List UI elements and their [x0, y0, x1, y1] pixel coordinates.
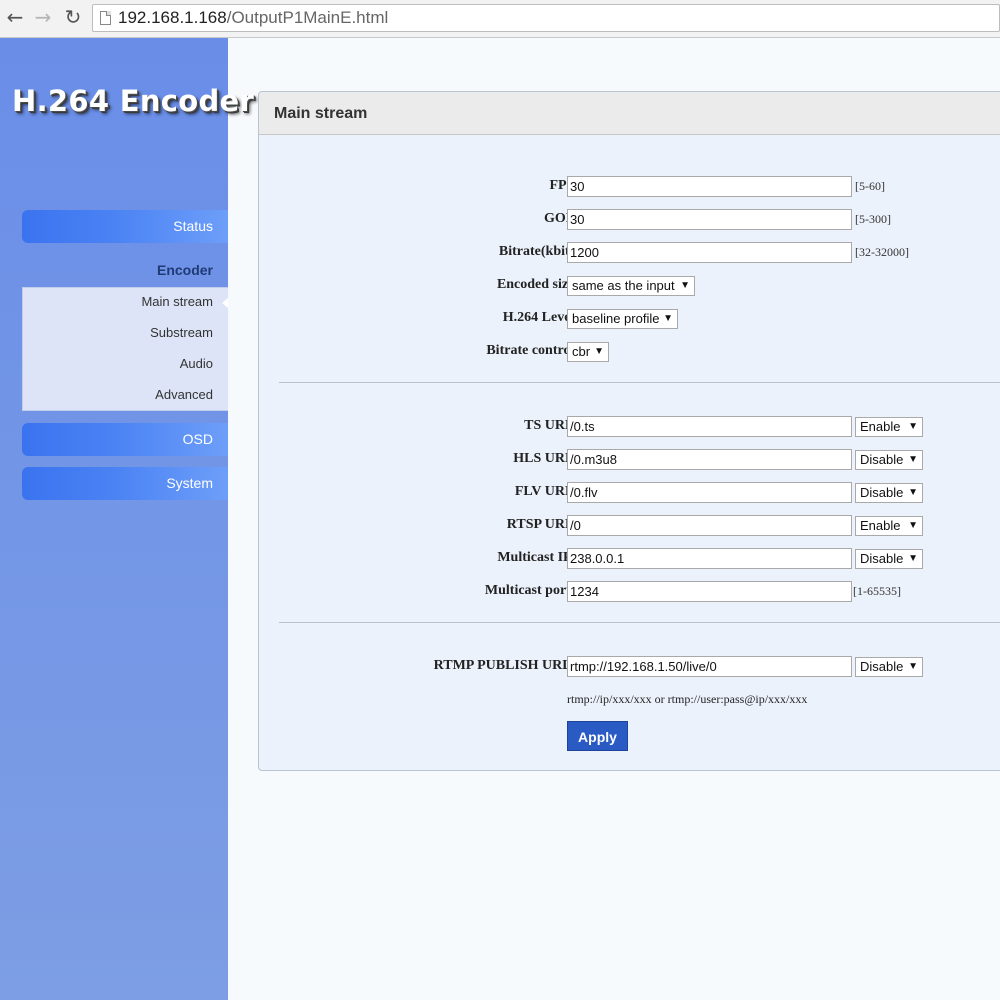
forward-arrow-icon[interactable]: →: [32, 6, 54, 28]
fps-input[interactable]: 30: [567, 176, 852, 197]
rtmp-url-input[interactable]: rtmp://192.168.1.50/live/0: [567, 656, 852, 677]
browser-toolbar: ← → ↻ 192.168.1.168/OutputP1MainE.html: [0, 0, 1000, 38]
menu-encoder-heading[interactable]: Encoder: [22, 262, 228, 278]
chevron-down-icon: ▼: [908, 487, 918, 498]
gop-range: [5-300]: [855, 212, 891, 226]
rtsp-url-input[interactable]: /0: [567, 515, 852, 536]
rtmp-url-label: RTMP PUBLISH URL :: [433, 658, 579, 673]
chevron-down-icon: ▼: [594, 346, 604, 357]
ts-url-input[interactable]: /0.ts: [567, 416, 852, 437]
gop-input[interactable]: 30: [567, 209, 852, 230]
menu-osd-button[interactable]: OSD: [22, 423, 228, 456]
sidebar: H.264 Encoder Status Encoder Main stream…: [0, 38, 254, 1000]
back-arrow-icon[interactable]: ←: [4, 6, 26, 28]
h264-level-value: baseline profile: [572, 311, 660, 326]
app-logo: H.264 Encoder: [12, 84, 255, 118]
hls-url-input[interactable]: /0.m3u8: [567, 449, 852, 470]
flv-url-state: Disable: [860, 485, 904, 500]
url-path: /OutputP1MainE.html: [226, 8, 389, 27]
multicast-ip-input[interactable]: 238.0.0.1: [567, 548, 852, 569]
chevron-down-icon: ▼: [663, 313, 673, 324]
fps-range: [5-60]: [855, 179, 885, 193]
reload-icon[interactable]: ↻: [62, 6, 84, 28]
submenu-item-main-stream[interactable]: Main stream: [141, 294, 213, 309]
bitrate-range: [32-32000]: [855, 245, 909, 259]
bitrate-control-value: cbr: [572, 344, 591, 359]
rtmp-state: Disable: [860, 659, 904, 674]
apply-button[interactable]: Apply: [567, 721, 628, 751]
chevron-down-icon: ▼: [908, 520, 918, 531]
hls-url-state-select[interactable]: Disable ▼: [855, 450, 923, 470]
bitrate-control-label: Bitrate control:: [486, 343, 579, 358]
rtsp-url-state-select[interactable]: Enable ▼: [855, 516, 923, 536]
multicast-ip-state-select[interactable]: Disable ▼: [855, 549, 923, 569]
bitrate-input[interactable]: 1200: [567, 242, 852, 263]
encoded-size-value: same as the input: [572, 278, 675, 293]
submenu-item-audio[interactable]: Audio: [180, 356, 213, 371]
bitrate-control-select[interactable]: cbr ▼: [567, 342, 609, 362]
encoder-submenu: Main stream Substream Audio Advanced: [22, 287, 228, 411]
rtmp-state-select[interactable]: Disable ▼: [855, 657, 923, 677]
hls-url-state: Disable: [860, 452, 904, 467]
submenu-item-advanced[interactable]: Advanced: [155, 387, 213, 402]
section-divider: [279, 622, 1000, 623]
main-stream-panel: Main stream FPS: 30 [5-60] GOP: 30 [5-30…: [258, 91, 1000, 771]
multicast-port-label: Multicast port :: [484, 583, 579, 598]
url-host: 192.168.1.168: [118, 8, 227, 27]
encoded-size-select[interactable]: same as the input ▼: [567, 276, 695, 296]
h264-level-select[interactable]: baseline profile ▼: [567, 309, 678, 329]
submenu-item-substream[interactable]: Substream: [150, 325, 213, 340]
flv-url-state-select[interactable]: Disable ▼: [855, 483, 923, 503]
panel-header: Main stream: [259, 92, 1000, 135]
chevron-down-icon: ▼: [908, 454, 918, 465]
url-text[interactable]: 192.168.1.168/OutputP1MainE.html: [118, 8, 388, 28]
section-divider: [279, 382, 1000, 383]
ts-url-state: Enable: [860, 419, 901, 434]
flv-url-input[interactable]: /0.flv: [567, 482, 852, 503]
ts-url-state-select[interactable]: Enable ▼: [855, 417, 923, 437]
address-bar[interactable]: 192.168.1.168/OutputP1MainE.html: [92, 4, 1000, 32]
chevron-down-icon: ▼: [908, 553, 918, 564]
chevron-down-icon: ▼: [908, 661, 918, 672]
panel-title: Main stream: [274, 105, 368, 122]
chevron-down-icon: ▼: [908, 421, 918, 432]
rtsp-url-state: Enable: [860, 518, 901, 533]
rtmp-format-hint: rtmp://ip/xxx/xxx or rtmp://user:pass@ip…: [567, 692, 808, 706]
active-item-marker-icon: [222, 298, 228, 308]
page-icon: [100, 11, 111, 25]
chevron-down-icon: ▼: [680, 280, 690, 291]
multicast-ip-state: Disable: [860, 551, 904, 566]
menu-status-button[interactable]: Status: [22, 210, 228, 243]
multicast-port-range: [1-65535]: [853, 584, 901, 598]
menu-system-button[interactable]: System: [22, 467, 228, 500]
multicast-port-input[interactable]: 1234: [567, 581, 852, 602]
